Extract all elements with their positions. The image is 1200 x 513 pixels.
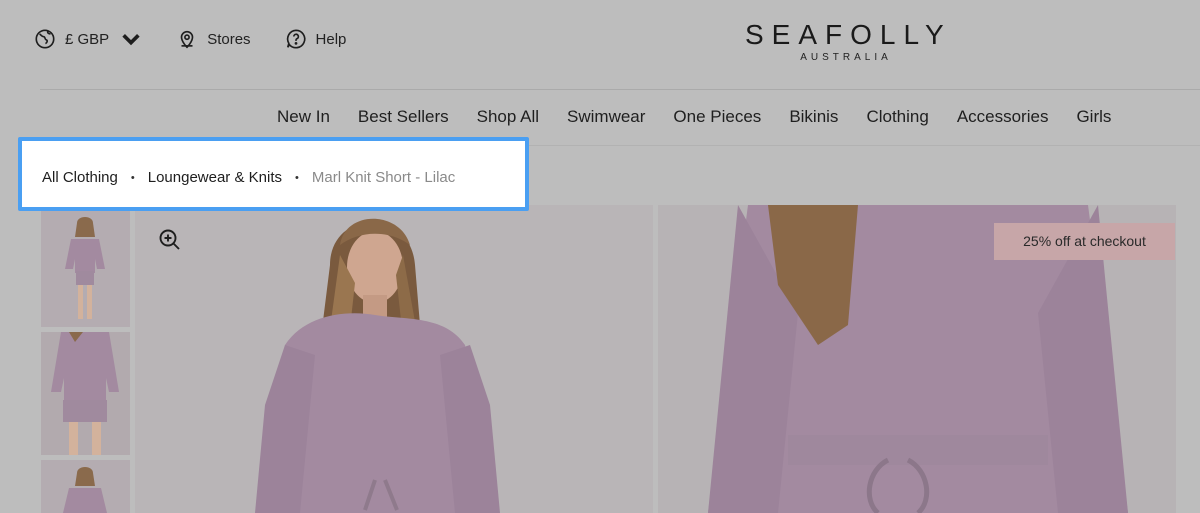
chevron-down-icon [122, 34, 140, 46]
breadcrumb-highlight: All Clothing • Loungewear & Knits • Marl… [18, 137, 529, 211]
help-icon [286, 29, 306, 49]
brand-logo[interactable]: SEAFOLLY AUSTRALIA [745, 19, 952, 64]
nav-item-girls[interactable]: Girls [1076, 107, 1111, 127]
breadcrumb-link-all-clothing[interactable]: All Clothing [42, 169, 118, 186]
currency-label: £ GBP [65, 30, 110, 48]
model-figure-image [41, 205, 130, 327]
help-label: Help [315, 30, 347, 48]
product-thumbnail-3[interactable] [41, 460, 130, 513]
breadcrumb-link-loungewear[interactable]: Loungewear & Knits [148, 169, 282, 186]
product-main-image[interactable] [135, 205, 653, 513]
promo-badge: 25% off at checkout [994, 223, 1175, 260]
logo-wordmark: SEAFOLLY [745, 19, 952, 50]
zoom-in-icon[interactable] [158, 228, 182, 252]
help-link[interactable]: Help [285, 28, 347, 50]
main-nav: New In Best Sellers Shop All Swimwear On… [277, 107, 1111, 127]
stores-link[interactable]: Stores [176, 28, 251, 50]
logo-subtitle: AUSTRALIA [800, 52, 892, 63]
stores-label: Stores [207, 30, 251, 48]
model-figure-image [41, 460, 130, 513]
breadcrumb-separator: • [295, 171, 299, 184]
utility-bar: £ GBP Stores Help [34, 28, 346, 50]
nav-item-one-pieces[interactable]: One Pieces [673, 107, 761, 127]
page: £ GBP Stores Help SEAFOLLY AUSTRALIA New… [0, 0, 1200, 513]
breadcrumb-separator: • [130, 171, 135, 184]
nav-item-bikinis[interactable]: Bikinis [789, 107, 838, 127]
model-photo [135, 205, 653, 513]
globe-icon [35, 29, 55, 49]
currency-selector[interactable]: £ GBP [34, 28, 142, 50]
model-figure-image [41, 332, 130, 455]
nav-item-accessories[interactable]: Accessories [957, 107, 1049, 127]
product-thumbnail-1[interactable] [41, 205, 130, 327]
breadcrumb-current: Marl Knit Short - Lilac [311, 169, 456, 186]
nav-item-swimwear[interactable]: Swimwear [567, 107, 645, 127]
header-divider [40, 89, 1200, 90]
breadcrumb: All Clothing • Loungewear & Knits • Marl… [42, 169, 455, 186]
product-thumbnail-2[interactable] [41, 332, 130, 455]
nav-item-clothing[interactable]: Clothing [866, 107, 928, 127]
location-pin-icon [180, 30, 194, 49]
nav-item-shop-all[interactable]: Shop All [477, 107, 539, 127]
nav-item-new-in[interactable]: New In [277, 107, 330, 127]
nav-item-best-sellers[interactable]: Best Sellers [358, 107, 449, 127]
